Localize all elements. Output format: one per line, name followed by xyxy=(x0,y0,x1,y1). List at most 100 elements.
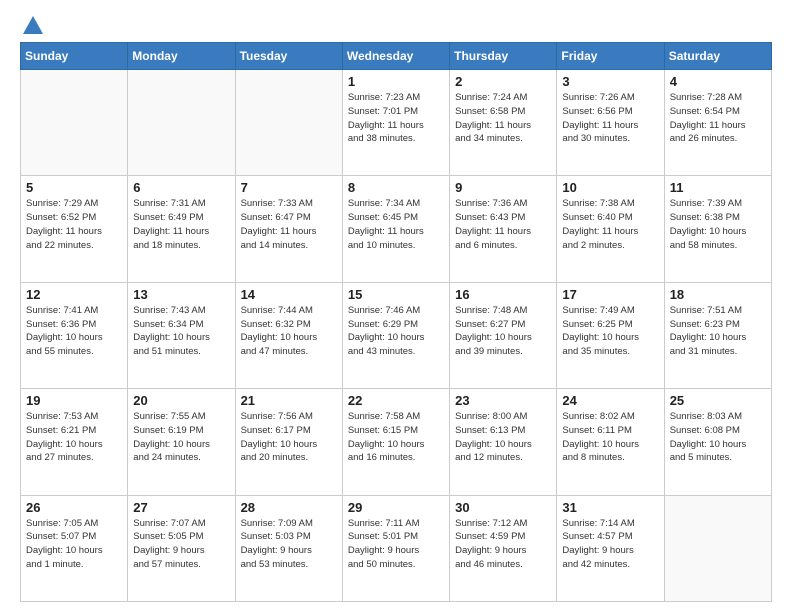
day-info: Sunrise: 7:51 AM Sunset: 6:23 PM Dayligh… xyxy=(670,304,766,359)
day-info: Sunrise: 7:31 AM Sunset: 6:49 PM Dayligh… xyxy=(133,197,229,252)
day-cell: 29 Sunrise: 7:11 AM Sunset: 5:01 PM Dayli… xyxy=(342,495,449,601)
day-info: Sunrise: 7:11 AM Sunset: 5:01 PM Dayligh… xyxy=(348,517,444,572)
day-number: 11 xyxy=(670,180,766,195)
day-info: Sunrise: 7:49 AM Sunset: 6:25 PM Dayligh… xyxy=(562,304,658,359)
day-number: 8 xyxy=(348,180,444,195)
day-info: Sunrise: 7:46 AM Sunset: 6:29 PM Dayligh… xyxy=(348,304,444,359)
day-cell xyxy=(21,70,128,176)
weekday-header-thursday: Thursday xyxy=(450,43,557,70)
day-cell: 15 Sunrise: 7:46 AM Sunset: 6:29 PM Dayli… xyxy=(342,282,449,388)
day-cell: 12Sunrise: 7:41 AM Sunset: 6:36 PM Dayli… xyxy=(21,282,128,388)
day-number: 28 xyxy=(241,500,337,515)
weekday-header-monday: Monday xyxy=(128,43,235,70)
week-row-1: 1 Sunrise: 7:23 AM Sunset: 7:01 PM Daylig… xyxy=(21,70,772,176)
day-number: 5 xyxy=(26,180,122,195)
day-cell: 31Sunrise: 7:14 AM Sunset: 4:57 PM Dayli… xyxy=(557,495,664,601)
weekday-header-tuesday: Tuesday xyxy=(235,43,342,70)
day-info: Sunrise: 7:09 AM Sunset: 5:03 PM Dayligh… xyxy=(241,517,337,572)
day-info: Sunrise: 8:03 AM Sunset: 6:08 PM Dayligh… xyxy=(670,410,766,465)
day-cell xyxy=(664,495,771,601)
day-cell: 7Sunrise: 7:33 AM Sunset: 6:47 PM Daylig… xyxy=(235,176,342,282)
weekday-header-row: SundayMondayTuesdayWednesdayThursdayFrid… xyxy=(21,43,772,70)
day-cell: 10 Sunrise: 7:38 AM Sunset: 6:40 PM Dayli… xyxy=(557,176,664,282)
day-cell xyxy=(235,70,342,176)
day-info: Sunrise: 7:28 AM Sunset: 6:54 PM Dayligh… xyxy=(670,91,766,146)
day-cell: 21Sunrise: 7:56 AM Sunset: 6:17 PM Dayli… xyxy=(235,389,342,495)
day-info: Sunrise: 7:43 AM Sunset: 6:34 PM Dayligh… xyxy=(133,304,229,359)
weekday-header-sunday: Sunday xyxy=(21,43,128,70)
header xyxy=(20,16,772,34)
day-info: Sunrise: 7:56 AM Sunset: 6:17 PM Dayligh… xyxy=(241,410,337,465)
day-number: 26 xyxy=(26,500,122,515)
calendar-table: SundayMondayTuesdayWednesdayThursdayFrid… xyxy=(20,42,772,602)
day-info: Sunrise: 7:34 AM Sunset: 6:45 PM Dayligh… xyxy=(348,197,444,252)
week-row-5: 26 Sunrise: 7:05 AM Sunset: 5:07 PM Dayli… xyxy=(21,495,772,601)
day-number: 14 xyxy=(241,287,337,302)
day-number: 1 xyxy=(348,74,444,89)
day-number: 13 xyxy=(133,287,229,302)
day-info: Sunrise: 7:26 AM Sunset: 6:56 PM Dayligh… xyxy=(562,91,658,146)
day-cell: 17 Sunrise: 7:49 AM Sunset: 6:25 PM Dayli… xyxy=(557,282,664,388)
day-cell xyxy=(128,70,235,176)
week-row-4: 19 Sunrise: 7:53 AM Sunset: 6:21 PM Dayli… xyxy=(21,389,772,495)
day-info: Sunrise: 7:58 AM Sunset: 6:15 PM Dayligh… xyxy=(348,410,444,465)
day-info: Sunrise: 7:36 AM Sunset: 6:43 PM Dayligh… xyxy=(455,197,551,252)
day-cell: 13 Sunrise: 7:43 AM Sunset: 6:34 PM Dayli… xyxy=(128,282,235,388)
week-row-3: 12Sunrise: 7:41 AM Sunset: 6:36 PM Dayli… xyxy=(21,282,772,388)
day-number: 18 xyxy=(670,287,766,302)
day-number: 16 xyxy=(455,287,551,302)
weekday-header-friday: Friday xyxy=(557,43,664,70)
day-number: 17 xyxy=(562,287,658,302)
day-cell: 11 Sunrise: 7:39 AM Sunset: 6:38 PM Dayli… xyxy=(664,176,771,282)
day-info: Sunrise: 8:02 AM Sunset: 6:11 PM Dayligh… xyxy=(562,410,658,465)
day-number: 29 xyxy=(348,500,444,515)
day-info: Sunrise: 7:53 AM Sunset: 6:21 PM Dayligh… xyxy=(26,410,122,465)
day-info: Sunrise: 7:39 AM Sunset: 6:38 PM Dayligh… xyxy=(670,197,766,252)
day-number: 9 xyxy=(455,180,551,195)
page: SundayMondayTuesdayWednesdayThursdayFrid… xyxy=(0,0,792,612)
day-number: 12 xyxy=(26,287,122,302)
day-number: 20 xyxy=(133,393,229,408)
day-info: Sunrise: 7:24 AM Sunset: 6:58 PM Dayligh… xyxy=(455,91,551,146)
day-number: 4 xyxy=(670,74,766,89)
day-cell: 3 Sunrise: 7:26 AM Sunset: 6:56 PM Daylig… xyxy=(557,70,664,176)
day-cell: 4 Sunrise: 7:28 AM Sunset: 6:54 PM Daylig… xyxy=(664,70,771,176)
day-cell: 14 Sunrise: 7:44 AM Sunset: 6:32 PM Dayli… xyxy=(235,282,342,388)
day-cell: 24 Sunrise: 8:02 AM Sunset: 6:11 PM Dayli… xyxy=(557,389,664,495)
day-info: Sunrise: 8:00 AM Sunset: 6:13 PM Dayligh… xyxy=(455,410,551,465)
day-number: 22 xyxy=(348,393,444,408)
day-info: Sunrise: 7:38 AM Sunset: 6:40 PM Dayligh… xyxy=(562,197,658,252)
day-info: Sunrise: 7:55 AM Sunset: 6:19 PM Dayligh… xyxy=(133,410,229,465)
weekday-header-wednesday: Wednesday xyxy=(342,43,449,70)
day-info: Sunrise: 7:07 AM Sunset: 5:05 PM Dayligh… xyxy=(133,517,229,572)
day-number: 19 xyxy=(26,393,122,408)
day-number: 30 xyxy=(455,500,551,515)
day-cell: 28 Sunrise: 7:09 AM Sunset: 5:03 PM Dayli… xyxy=(235,495,342,601)
day-cell: 20 Sunrise: 7:55 AM Sunset: 6:19 PM Dayli… xyxy=(128,389,235,495)
day-number: 6 xyxy=(133,180,229,195)
day-number: 15 xyxy=(348,287,444,302)
day-cell: 6 Sunrise: 7:31 AM Sunset: 6:49 PM Daylig… xyxy=(128,176,235,282)
day-cell: 1 Sunrise: 7:23 AM Sunset: 7:01 PM Daylig… xyxy=(342,70,449,176)
day-info: Sunrise: 7:12 AM Sunset: 4:59 PM Dayligh… xyxy=(455,517,551,572)
day-number: 23 xyxy=(455,393,551,408)
day-number: 7 xyxy=(241,180,337,195)
day-info: Sunrise: 7:23 AM Sunset: 7:01 PM Dayligh… xyxy=(348,91,444,146)
day-info: Sunrise: 7:44 AM Sunset: 6:32 PM Dayligh… xyxy=(241,304,337,359)
day-number: 24 xyxy=(562,393,658,408)
day-cell: 2Sunrise: 7:24 AM Sunset: 6:58 PM Daylig… xyxy=(450,70,557,176)
day-info: Sunrise: 7:05 AM Sunset: 5:07 PM Dayligh… xyxy=(26,517,122,572)
day-cell: 19 Sunrise: 7:53 AM Sunset: 6:21 PM Dayli… xyxy=(21,389,128,495)
day-cell: 30 Sunrise: 7:12 AM Sunset: 4:59 PM Dayli… xyxy=(450,495,557,601)
day-info: Sunrise: 7:29 AM Sunset: 6:52 PM Dayligh… xyxy=(26,197,122,252)
logo-triangle-icon xyxy=(23,16,43,34)
day-cell: 9 Sunrise: 7:36 AM Sunset: 6:43 PM Daylig… xyxy=(450,176,557,282)
day-cell: 16Sunrise: 7:48 AM Sunset: 6:27 PM Dayli… xyxy=(450,282,557,388)
day-number: 10 xyxy=(562,180,658,195)
day-cell: 5 Sunrise: 7:29 AM Sunset: 6:52 PM Daylig… xyxy=(21,176,128,282)
weekday-header-saturday: Saturday xyxy=(664,43,771,70)
day-cell: 26 Sunrise: 7:05 AM Sunset: 5:07 PM Dayli… xyxy=(21,495,128,601)
day-number: 3 xyxy=(562,74,658,89)
logo xyxy=(20,16,44,34)
day-cell: 22 Sunrise: 7:58 AM Sunset: 6:15 PM Dayli… xyxy=(342,389,449,495)
